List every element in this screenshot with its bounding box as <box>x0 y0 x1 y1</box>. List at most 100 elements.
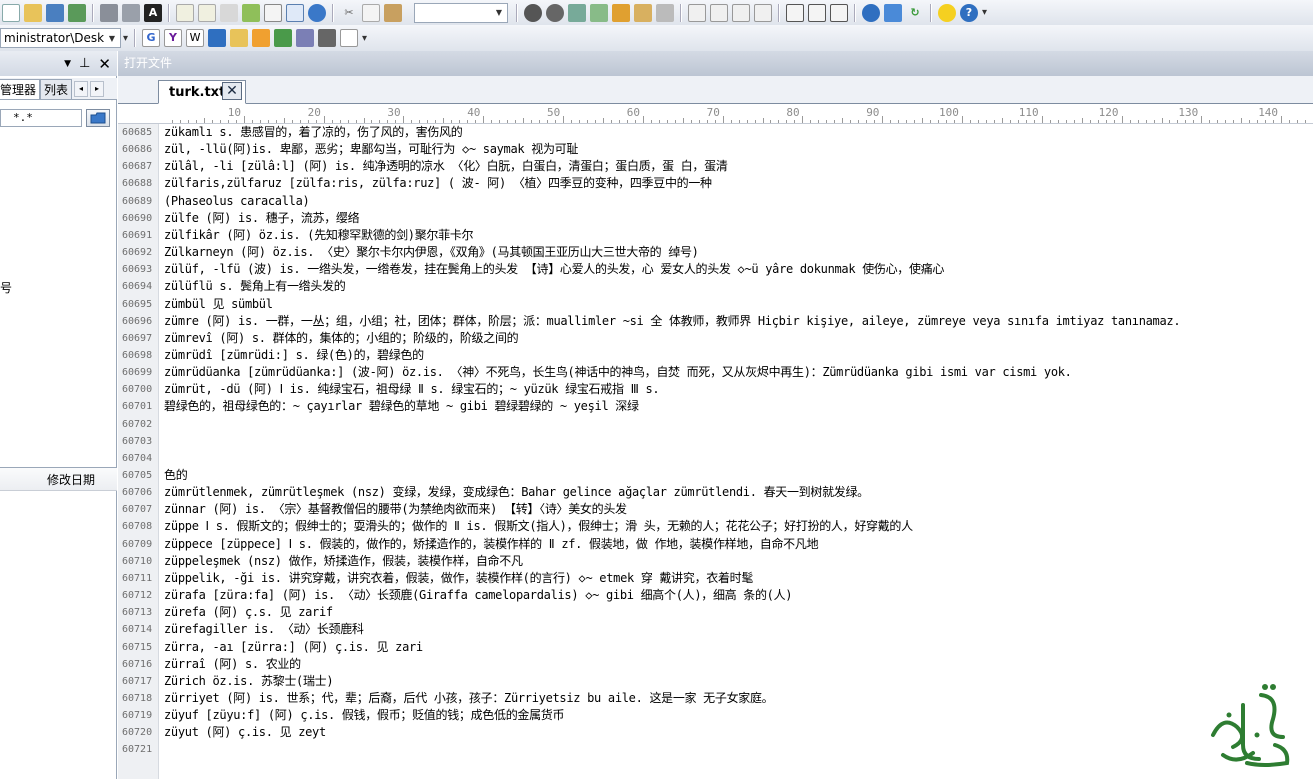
open-folder-button[interactable] <box>86 109 110 127</box>
close-tab-button[interactable]: ✕ <box>222 82 242 100</box>
word-wrap-icon[interactable] <box>264 3 282 22</box>
refresh-icon[interactable]: ↻ <box>906 4 924 22</box>
text-line[interactable]: zülüflü s. 鬓角上有一绺头发的 <box>159 278 346 295</box>
close-icon[interactable]: ✕ <box>98 55 111 73</box>
text-line[interactable]: züyuf [züyu:f] (阿) ç.is. 假钱，假币；贬值的钱；成色低的… <box>159 707 565 724</box>
text-line[interactable]: züppelik, -ği is. 讲究穿戴，讲究衣着，假装，做作，装模作样(的… <box>159 570 753 587</box>
text-line[interactable]: Zülkarneyn (阿) öz.is. 〈史〉聚尔卡尔内伊恩，《双角》(马其… <box>159 244 699 261</box>
find-icon[interactable] <box>524 3 542 22</box>
tab-explorer[interactable]: 管理器 <box>0 78 41 99</box>
text-line[interactable]: zülfe (阿) is. 穗子，流苏，缨络 <box>159 210 360 227</box>
text-line[interactable]: zürefa (阿) ç.s. 见 zarif <box>159 604 333 621</box>
align-center-icon[interactable] <box>710 3 728 22</box>
chevron-down-icon[interactable]: ▼ <box>491 4 507 22</box>
column-modified-date[interactable]: 修改日期 <box>47 471 95 488</box>
text-line[interactable]: zükamlı s. 患感冒的，着了凉的，伤了风的，害伤风的 <box>159 124 463 141</box>
copy-icon[interactable] <box>362 3 380 22</box>
text-line[interactable]: zürraî (阿) s. 农业的 <box>159 656 301 673</box>
chevron-left-icon[interactable]: ◂ <box>74 80 89 97</box>
cut-icon[interactable]: ✂ <box>340 4 358 22</box>
columns-icon[interactable] <box>242 3 260 22</box>
text-line[interactable]: zürriyet (阿) is. 世系；代，辈；后裔，后代 小孩，孩子：Zürr… <box>159 690 774 707</box>
text-line[interactable]: züppeleşmek (nsz) 做作，矫揉造作，假装，装模作样，自命不凡 <box>159 553 523 570</box>
lock-icon[interactable] <box>656 3 674 22</box>
text-line[interactable]: zürra, -aı [zürra:] (阿) ç.is. 见 zari <box>159 639 423 656</box>
toolbar-overflow-icon[interactable]: ▾ <box>123 33 128 44</box>
text-line[interactable]: zülâl, -li [zülâ:l] (阿) is. 纯净透明的凉水 〈化〉白… <box>159 158 728 175</box>
text-line[interactable]: zümrevî (阿) s. 群体的，集体的；小组的；阶级的，阶级之间的 <box>159 330 519 347</box>
ftp-icon[interactable] <box>884 3 902 22</box>
text-line[interactable]: zümrüdî [zümrüdi:] s. 绿(色)的，碧绿色的 <box>159 347 424 364</box>
toolbar-overflow-icon[interactable]: ▾ <box>982 7 987 18</box>
php-icon[interactable] <box>296 29 315 47</box>
paste-icon[interactable] <box>384 3 402 22</box>
cascade-window-icon[interactable] <box>830 3 848 22</box>
bookmark-icon[interactable] <box>612 3 630 22</box>
macro-icon[interactable] <box>634 3 652 22</box>
align-right-icon[interactable] <box>732 3 750 22</box>
document-icon[interactable] <box>176 3 194 22</box>
text-line[interactable]: zümrüt, -dü (阿) Ⅰ is. 纯绿宝石，祖母绿 Ⅱ s. 绿宝石的… <box>159 381 660 398</box>
print-icon[interactable] <box>100 3 118 22</box>
print-preview-icon[interactable] <box>122 3 140 22</box>
text-line[interactable]: züppece [züppece] Ⅰ s. 假装的，做作的，矫揉造作的，装模作… <box>159 536 819 553</box>
text-line[interactable]: zülfaris,zülfaruz [zülfa:ris, zülfa:ruz]… <box>159 175 712 192</box>
text-line[interactable]: zünnar (阿) is. 〈宗〉基督教僧侣的腰带(为禁绝肉欲而来) 【转】〈… <box>159 501 627 518</box>
globe-icon[interactable] <box>308 3 326 22</box>
align-left-icon[interactable] <box>688 3 706 22</box>
lightbulb-icon[interactable] <box>938 3 956 22</box>
replace-icon[interactable] <box>568 3 586 22</box>
tool-icon[interactable] <box>318 29 337 47</box>
text-editor[interactable]: zükamlı s. 患感冒的，着了凉的，伤了风的，害伤风的 zül, -llü(… <box>159 124 1313 779</box>
text-line[interactable]: zümrüdüanka [zümrüdüanka:] (波-阿) öz.is. … <box>159 364 1072 381</box>
tool-icon[interactable] <box>230 29 249 47</box>
justify-icon[interactable] <box>754 3 772 22</box>
open-folder-icon[interactable] <box>24 3 42 22</box>
font-icon[interactable]: A <box>144 3 162 22</box>
split-window-icon[interactable] <box>786 3 804 22</box>
toolbar-overflow-icon[interactable]: ▾ <box>362 33 367 44</box>
text-line[interactable]: zürafa [züra:fa] (阿) is. 〈动〉长颈鹿(Giraffa … <box>159 587 793 604</box>
text-line[interactable] <box>159 416 164 433</box>
path-combo[interactable]: ministrator\Desk ▼ <box>0 28 121 48</box>
wikipedia-icon[interactable]: W <box>186 29 205 47</box>
help-icon[interactable]: ? <box>960 3 978 22</box>
save-icon[interactable] <box>46 3 64 22</box>
tab-list[interactable]: 列表 <box>40 78 73 99</box>
save-all-icon[interactable] <box>68 3 86 22</box>
text-line[interactable]: 碧绿色的，祖母绿色的：~ çayırlar 碧绿色的草地 ~ gibi 碧绿碧绿… <box>159 398 639 415</box>
text-line[interactable]: zümre (阿) is. 一群，一丛；组，小组；社，团体；群体，阶层；派：mu… <box>159 313 1181 330</box>
text-line[interactable]: (Phaseolus caracalla) <box>159 193 310 210</box>
search-engine-icon[interactable] <box>208 29 227 47</box>
text-line[interactable]: zümbül 见 sümbül <box>159 296 273 313</box>
text-line[interactable]: zürefagiller is. 〈动〉长颈鹿科 <box>159 621 364 638</box>
new-file-icon[interactable] <box>2 3 20 22</box>
browser-icon[interactable] <box>862 3 880 22</box>
tile-window-icon[interactable] <box>808 3 826 22</box>
text-line[interactable]: zülfikâr (阿) öz.is. (先知穆罕默德的剑)聚尔菲卡尔 <box>159 227 474 244</box>
text-line[interactable] <box>159 433 164 450</box>
yahoo-icon[interactable]: Y <box>164 29 183 47</box>
text-line[interactable]: züppe Ⅰ s. 假斯文的；假绅士的；耍滑头的；做作的 Ⅱ is. 假斯文(… <box>159 518 913 535</box>
find-next-icon[interactable] <box>546 3 564 22</box>
text-line[interactable]: Zürich öz.is. 苏黎士(瑞士) <box>159 673 334 690</box>
google-icon[interactable]: G <box>142 29 161 47</box>
text-line[interactable] <box>159 741 164 758</box>
filter-input[interactable]: *.* <box>0 109 82 127</box>
hex-icon[interactable] <box>220 3 238 22</box>
chevron-down-icon[interactable]: ▼ <box>104 29 120 47</box>
goto-icon[interactable] <box>590 3 608 22</box>
chevron-down-icon[interactable]: ▼ <box>64 59 71 69</box>
text-line[interactable]: 色的 <box>159 467 188 484</box>
font-combo[interactable]: ▼ <box>414 2 508 23</box>
text-line[interactable] <box>159 450 164 467</box>
text-line[interactable]: zülüf, -lfü (波) is. 一绺头发，一绺卷发，挂在鬓角上的头发 【… <box>159 261 944 278</box>
windows-icon[interactable] <box>340 29 359 47</box>
tool-icon[interactable] <box>274 29 293 47</box>
chevron-right-icon[interactable]: ▸ <box>90 80 105 97</box>
list-icon[interactable] <box>198 3 216 22</box>
text-line[interactable]: zümrütlenmek, zümrütleşmek (nsz) 变绿，发绿，变… <box>159 484 869 501</box>
tool-icon[interactable] <box>252 29 271 47</box>
selected-view-icon[interactable] <box>286 3 304 22</box>
pin-icon[interactable]: ⊥ <box>79 56 90 71</box>
